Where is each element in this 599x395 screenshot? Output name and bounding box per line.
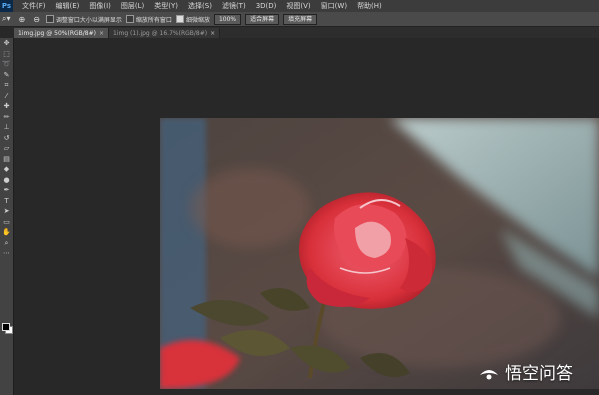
hand-tool-icon[interactable]: ✋ bbox=[0, 227, 13, 238]
menu-select[interactable]: 选择(S) bbox=[183, 1, 217, 11]
marquee-tool-icon[interactable]: ⬚ bbox=[0, 49, 13, 60]
scrubby-zoom-checkbox[interactable]: 细微缩放 bbox=[175, 15, 210, 24]
close-icon[interactable]: × bbox=[99, 30, 104, 37]
menu-window[interactable]: 窗口(W) bbox=[316, 1, 352, 11]
menu-type[interactable]: 类型(Y) bbox=[149, 1, 183, 11]
watermark: 悟空问答 bbox=[478, 359, 573, 384]
menu-3d[interactable]: 3D(D) bbox=[251, 2, 282, 10]
close-icon[interactable]: × bbox=[210, 30, 215, 37]
rose-photo bbox=[160, 118, 599, 389]
zoom-in-icon[interactable]: ⊕ bbox=[17, 15, 28, 24]
menu-layer[interactable]: 图层(L) bbox=[116, 1, 149, 11]
type-tool-icon[interactable]: T bbox=[0, 196, 13, 207]
rectangle-tool-icon[interactable]: ▭ bbox=[0, 217, 13, 228]
zoom-out-icon[interactable]: ⊖ bbox=[31, 15, 42, 24]
menu-image[interactable]: 图像(I) bbox=[84, 1, 116, 11]
checkbox-box-checked[interactable] bbox=[175, 15, 184, 23]
watermark-logo-icon bbox=[480, 369, 498, 379]
dodge-tool-icon[interactable]: ● bbox=[0, 175, 13, 186]
checkbox-box[interactable] bbox=[45, 15, 54, 23]
scrubby-zoom-label: 细微缩放 bbox=[185, 16, 210, 24]
menu-view[interactable]: 视图(V) bbox=[281, 1, 315, 11]
document-tab-label: 1img.jpg @ 50%(RGB/8#) bbox=[18, 29, 96, 37]
foreground-color-swatch[interactable] bbox=[2, 323, 10, 331]
eraser-tool-icon[interactable]: ▱ bbox=[0, 143, 13, 154]
menu-edit[interactable]: 编辑(E) bbox=[51, 1, 85, 11]
zoom-tool-icon[interactable]: ⌕▾ bbox=[0, 14, 13, 24]
history-brush-tool-icon[interactable]: ↺ bbox=[0, 133, 13, 144]
zoom-tool-icon[interactable]: ⌕ bbox=[0, 238, 13, 249]
clone-stamp-tool-icon[interactable]: ⊥ bbox=[0, 122, 13, 133]
path-select-tool-icon[interactable]: ➤ bbox=[0, 206, 13, 217]
watermark-text: 悟空问答 bbox=[505, 364, 573, 384]
document-tab-bar: 1img.jpg @ 50%(RGB/8#) × 1img (1).jpg @ … bbox=[14, 27, 599, 38]
crop-tool-icon[interactable]: ⌗ bbox=[0, 80, 13, 91]
zoom-all-label: 缩放所有窗口 bbox=[135, 16, 172, 24]
checkbox-box[interactable] bbox=[125, 15, 134, 23]
resize-windows-label: 调整窗口大小以满屏显示 bbox=[55, 16, 122, 24]
more-tools-icon[interactable]: ⋯ bbox=[0, 248, 13, 259]
document-tab[interactable]: 1img (1).jpg @ 16.7%(RGB/8#) × bbox=[109, 28, 221, 38]
document-tab[interactable]: 1img.jpg @ 50%(RGB/8#) × bbox=[14, 28, 109, 38]
blur-tool-icon[interactable]: ◆ bbox=[0, 164, 13, 175]
gradient-tool-icon[interactable]: ▤ bbox=[0, 154, 13, 165]
zoom-all-checkbox[interactable]: 缩放所有窗口 bbox=[125, 15, 172, 24]
healing-brush-tool-icon[interactable]: ✚ bbox=[0, 101, 13, 112]
eyedropper-tool-icon[interactable]: ⁄ bbox=[0, 91, 13, 102]
menu-filter[interactable]: 滤镜(T) bbox=[217, 1, 251, 11]
options-bar: ⌕▾ ⊕ ⊖ 调整窗口大小以满屏显示 缩放所有窗口 细微缩放 100% 适合屏幕… bbox=[0, 12, 599, 27]
fit-screen-button[interactable]: 适合屏幕 bbox=[245, 13, 280, 25]
menu-file[interactable]: 文件(F) bbox=[17, 1, 51, 11]
brush-tool-icon[interactable]: ✏ bbox=[0, 112, 13, 123]
fill-screen-button[interactable]: 填充屏幕 bbox=[283, 13, 318, 25]
zoom-100-button[interactable]: 100% bbox=[213, 13, 242, 25]
quick-select-tool-icon[interactable]: ✎ bbox=[0, 70, 13, 81]
lasso-tool-icon[interactable]: ➰ bbox=[0, 59, 13, 70]
resize-windows-checkbox[interactable]: 调整窗口大小以满屏显示 bbox=[45, 15, 122, 24]
menu-help[interactable]: 帮助(H) bbox=[352, 1, 387, 11]
menu-bar: Ps 文件(F) 编辑(E) 图像(I) 图层(L) 类型(Y) 选择(S) 滤… bbox=[0, 0, 599, 12]
move-tool-icon[interactable]: ✥ bbox=[0, 38, 13, 49]
tools-panel: ✥ ⬚ ➰ ✎ ⌗ ⁄ ✚ ✏ ⊥ ↺ ▱ ▤ ◆ ● ✒ T ➤ ▭ ✋ ⌕ … bbox=[0, 38, 14, 395]
pen-tool-icon[interactable]: ✒ bbox=[0, 185, 13, 196]
document-tab-label: 1img (1).jpg @ 16.7%(RGB/8#) bbox=[113, 29, 208, 37]
photoshop-logo: Ps bbox=[0, 0, 13, 12]
